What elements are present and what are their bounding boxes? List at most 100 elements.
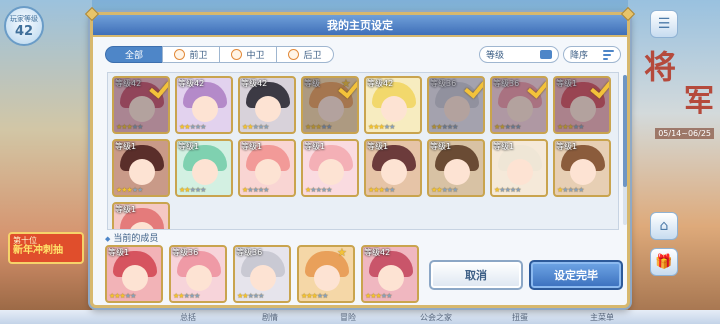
back-position-icon xyxy=(288,49,300,60)
current-member-card[interactable]: ★★★★★ ★ xyxy=(297,245,355,303)
selected-check-icon xyxy=(339,80,357,94)
current-member-card[interactable]: 等级1 ★★★★★ xyxy=(105,245,163,303)
character-face xyxy=(381,96,407,122)
character-level: 等级1 xyxy=(241,142,263,151)
character-level: 等级36 xyxy=(236,248,263,257)
rarity-stars: ★★★★★ xyxy=(557,186,584,194)
roster-character-card[interactable]: 等级1 ★★★★★ xyxy=(553,139,611,197)
sort-order-button[interactable]: 降序 xyxy=(563,46,621,63)
current-members-label: 当前的成员 xyxy=(105,231,158,244)
roster-character-card[interactable]: 等级36 ★★★★★ xyxy=(490,76,548,134)
character-face xyxy=(255,96,281,122)
sort-level-label: 等级 xyxy=(486,51,505,61)
dialog-title: 我的主页设定 xyxy=(93,15,627,37)
sort-by-level-button[interactable]: 等级 xyxy=(479,46,559,63)
character-level: 等级42 xyxy=(364,248,391,257)
position-filter-tabs: 全部 前卫 中卫 后卫 xyxy=(105,46,334,63)
rarity-stars: ★★★★★ xyxy=(494,186,521,194)
nav-item[interactable]: 冒险 xyxy=(340,312,356,323)
menu-icon[interactable]: ☰ xyxy=(650,10,678,38)
rarity-stars: ★★★★★ xyxy=(242,186,269,194)
roster-character-card[interactable]: 等级1 ★★★★★ xyxy=(238,139,296,197)
gift-icon[interactable]: 🎁 xyxy=(650,248,678,276)
descending-icon xyxy=(603,48,614,62)
character-face xyxy=(378,265,404,291)
character-level: 等级1 xyxy=(556,142,578,151)
rarity-stars: ★★★★★ xyxy=(301,292,328,300)
character-level: 等级1 xyxy=(493,142,515,151)
event-banner: 第十位 新年冲刺抽 xyxy=(8,232,84,264)
roster-scrollbar[interactable] xyxy=(623,75,627,225)
roster-character-card[interactable]: 等级1 ★★★★★ xyxy=(301,139,359,197)
tab-all-label: 全部 xyxy=(124,51,143,61)
roster-character-card[interactable]: 等级1★★★★★ xyxy=(553,76,611,134)
selected-check-icon xyxy=(528,80,546,94)
nav-item[interactable]: 公会之家 xyxy=(420,312,452,323)
character-face xyxy=(507,159,533,185)
roster-character-card[interactable]: 等级1★★★★★ xyxy=(112,202,170,229)
roster-character-card[interactable]: 等级1★★★★★ xyxy=(175,139,233,197)
roster-character-card[interactable]: 等级1 ★★★★★ xyxy=(364,139,422,197)
roster-character-card[interactable]: 等级1 ★★★★★ xyxy=(490,139,548,197)
shop-icon[interactable]: ⌂ xyxy=(650,212,678,240)
player-level-value: 42 xyxy=(14,24,34,39)
cancel-button[interactable]: 取消 xyxy=(429,260,523,290)
rarity-stars: ★★★★★ xyxy=(368,186,395,194)
selected-check-icon xyxy=(465,80,483,94)
character-level: 等级1 xyxy=(367,142,389,151)
character-face xyxy=(444,159,470,185)
roster-character-card[interactable]: 等级36 ★★★★★ xyxy=(427,76,485,134)
character-face xyxy=(314,265,340,291)
rarity-stars: ★★★★★ xyxy=(368,123,395,131)
player-level-badge: 玩家等级 42 xyxy=(4,6,44,46)
event-title: 将 xyxy=(643,48,676,86)
roster-character-card[interactable]: 等级1★★★★★ xyxy=(112,139,170,197)
roster-character-card[interactable]: 等级42 ★★★★★ xyxy=(175,76,233,134)
rarity-stars: ★★★★★ xyxy=(242,123,269,131)
rarity-stars: ★★★★★ xyxy=(431,186,458,194)
current-members-row: 等级1 ★★★★★ 等级36 ★★★★★ 等级36 ★★★★★ ★★★★★ ★ 等级42 ★★★★… xyxy=(105,245,427,305)
event-title-2: 军 xyxy=(684,84,714,119)
character-face xyxy=(192,96,218,122)
roster-character-card[interactable]: 等级42 ★★★★★ xyxy=(112,76,170,134)
roster-character-card[interactable]: 等级1 ★★★★★ xyxy=(427,139,485,197)
tab-back-label: 后卫 xyxy=(303,51,322,61)
character-level: 等级1 xyxy=(304,142,326,151)
character-face xyxy=(570,159,596,185)
current-member-card[interactable]: 等级36 ★★★★★ xyxy=(169,245,227,303)
character-face xyxy=(250,265,276,291)
character-level: 等级1 xyxy=(108,248,130,257)
front-position-icon xyxy=(174,49,186,60)
background-left xyxy=(0,0,92,324)
character-face xyxy=(381,159,407,185)
character-level: 等级42 xyxy=(178,79,205,88)
tab-front[interactable]: 前卫 xyxy=(162,46,220,63)
nav-item[interactable]: 总括 xyxy=(180,312,196,323)
selected-check-icon xyxy=(150,80,168,94)
rarity-stars: ★★★★★ xyxy=(305,186,332,194)
tab-back[interactable]: 后卫 xyxy=(276,46,334,63)
player-level-label: 玩家等级 xyxy=(10,15,38,23)
nav-item[interactable]: 主菜单 xyxy=(590,312,614,323)
character-level: 等级42 xyxy=(367,79,394,88)
tab-all[interactable]: 全部 xyxy=(105,46,163,63)
confirm-button[interactable]: 设定完毕 xyxy=(529,260,623,290)
tab-middle[interactable]: 中卫 xyxy=(219,46,277,63)
sort-order-label: 降序 xyxy=(570,51,589,61)
roster-character-card[interactable]: 等级42 ★★★★★ xyxy=(238,76,296,134)
character-level: 等级1 xyxy=(178,142,200,151)
roster-character-card[interactable]: 等级42 ★★★★★ xyxy=(364,76,422,134)
sort-field-icon xyxy=(540,50,552,59)
character-level: 等级1 xyxy=(430,142,452,151)
home-settings-dialog: 我的主页设定 全部 前卫 中卫 后卫 等级 降序 等级42 ★★★★★ 等级42 ★★… xyxy=(84,6,636,308)
rarity-stars: ★★★★★ xyxy=(109,292,136,300)
roster-character-card[interactable]: 等级 ★★★★★ ★ xyxy=(301,76,359,134)
character-level: 等级36 xyxy=(172,248,199,257)
current-member-card[interactable]: 等级42 ★★★★★ xyxy=(361,245,419,303)
tab-front-label: 前卫 xyxy=(189,51,208,61)
current-member-card[interactable]: 等级36 ★★★★★ xyxy=(233,245,291,303)
tab-middle-label: 中卫 xyxy=(246,51,265,61)
nav-item[interactable]: 剧情 xyxy=(262,312,278,323)
character-face xyxy=(318,159,344,185)
nav-item[interactable]: 扭蛋 xyxy=(512,312,528,323)
